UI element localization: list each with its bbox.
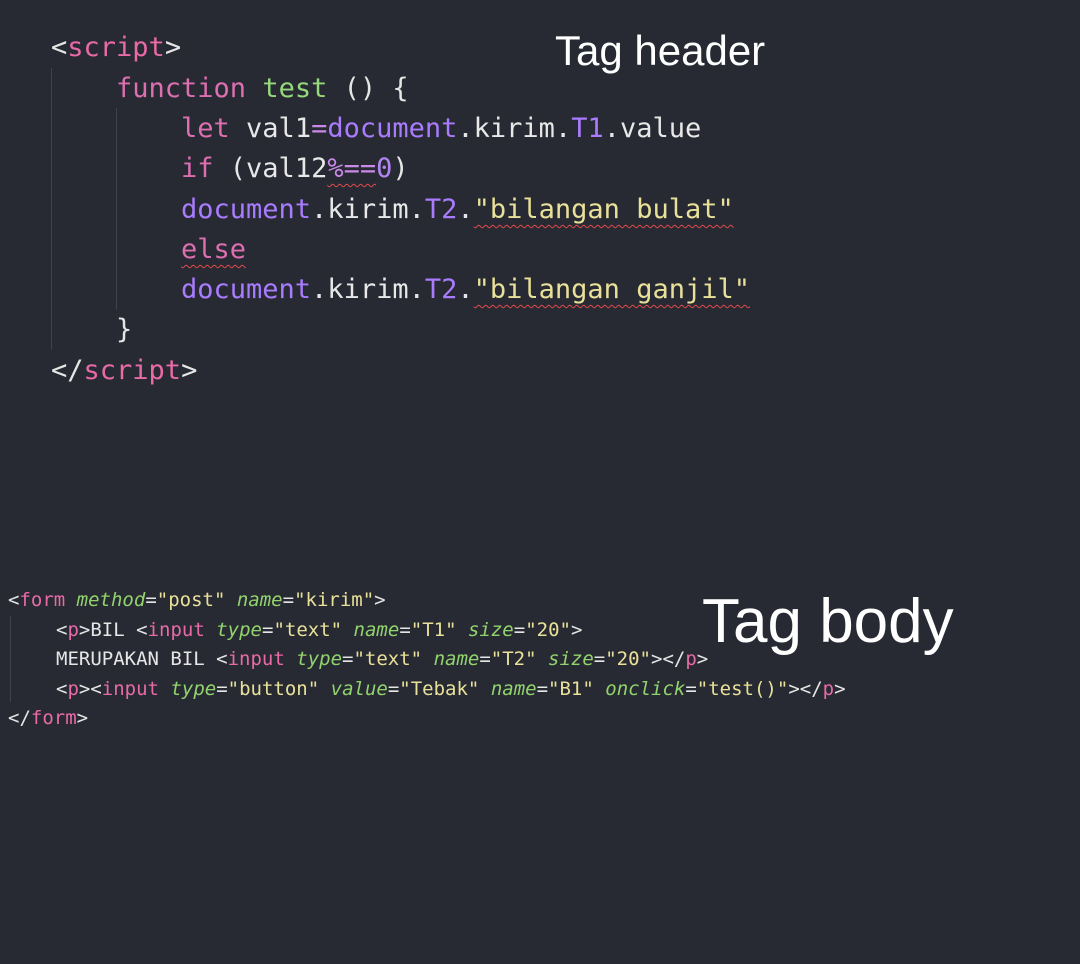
function-signature: () { xyxy=(327,73,409,104)
let-keyword: let xyxy=(181,113,230,144)
function-name: test xyxy=(262,73,328,104)
condition-operator: %== xyxy=(327,153,377,184)
assign-operator: = xyxy=(311,113,328,144)
else-keyword: else xyxy=(181,234,247,265)
value-kirim: "kirim" xyxy=(294,589,375,611)
value-test-call: "test()" xyxy=(696,678,789,700)
attr-size: size xyxy=(548,648,594,670)
attr-name: name xyxy=(490,678,537,700)
text-bil: BIL xyxy=(90,619,137,641)
function-keyword: function xyxy=(116,73,247,104)
code-line-8: } xyxy=(116,313,132,347)
code-line-5: document.kirim.T2."bilangan bulat" xyxy=(181,194,734,225)
attr-method: method xyxy=(76,589,146,611)
value-post: "post" xyxy=(156,589,226,611)
indent-guide xyxy=(51,68,52,350)
object-document: document xyxy=(181,194,312,225)
paren-open: ( xyxy=(229,153,247,184)
object-kirim: kirim xyxy=(473,113,555,144)
object-kirim: kirim xyxy=(327,274,409,305)
indent-guide xyxy=(116,108,117,310)
form-line-3: MERUPAKAN BIL <input type="text" name="T… xyxy=(56,648,709,670)
code-line-2: function test () { xyxy=(116,72,409,106)
tag-header-heading: Tag header xyxy=(555,27,766,74)
string-bilangan-bulat: "bilangan bulat" xyxy=(473,194,734,225)
value-20: "20" xyxy=(605,648,651,670)
attr-value: value xyxy=(330,678,388,700)
code-line-3: let val1=document.kirim.T1.value xyxy=(181,113,702,144)
object-document: document xyxy=(181,274,312,305)
script-open-tag: script xyxy=(67,32,165,63)
value-text: "text" xyxy=(273,619,343,641)
value-20: "20" xyxy=(525,619,571,641)
value-button: "button" xyxy=(227,678,320,700)
form-line-4: <p><input type="button" value="Tebak" na… xyxy=(56,678,846,700)
code-line-9: </script> xyxy=(51,355,198,386)
closing-brace: } xyxy=(116,314,133,345)
attr-size: size xyxy=(467,619,514,641)
property-t2: T2 xyxy=(424,274,458,305)
attr-type: type xyxy=(296,648,343,670)
script-close-tag: script xyxy=(83,355,182,386)
code-line-7: document.kirim.T2."bilangan ganjil" xyxy=(181,274,750,305)
value-t1: "T1" xyxy=(410,619,457,641)
input-tag: input xyxy=(147,619,205,641)
object-kirim: kirim xyxy=(327,194,409,225)
input-tag: input xyxy=(227,648,285,670)
form-line-1: <form method="post" name="kirim"> xyxy=(8,589,386,611)
form-open-tag: form xyxy=(19,589,66,611)
p-close-tag: p xyxy=(822,678,835,700)
p-tag: p xyxy=(67,619,79,641)
input-tag: input xyxy=(101,678,159,700)
value-tebak: "Tebak" xyxy=(399,678,480,700)
attr-name: name xyxy=(236,589,283,611)
object-document: document xyxy=(327,113,458,144)
property-t2: T2 xyxy=(424,194,458,225)
attr-name: name xyxy=(353,619,400,641)
condition-variable: val12 xyxy=(246,153,328,184)
value-b1: "B1" xyxy=(548,678,594,700)
value-t2: "T2" xyxy=(490,648,537,670)
indent-guide xyxy=(10,616,11,702)
form-close-tag: form xyxy=(30,707,77,729)
form-line-5: </form> xyxy=(8,707,89,729)
attr-onclick: onclick xyxy=(605,678,686,700)
script-code-block: <script> function test () { let val1=doc… xyxy=(0,0,1080,420)
property-value: value xyxy=(619,113,702,144)
p-close-tag: p xyxy=(685,648,697,670)
condition-number: 0 xyxy=(376,153,393,184)
value-text: "text" xyxy=(353,648,423,670)
if-keyword: if xyxy=(181,153,214,184)
text-merupakan-bil: MERUPAKAN BIL xyxy=(56,648,217,670)
paren-close: ) xyxy=(392,153,409,184)
tag-body-heading: Tag body xyxy=(702,587,954,656)
attr-type: type xyxy=(170,678,217,700)
attr-type: type xyxy=(216,619,262,641)
code-line-1: <script> xyxy=(51,32,182,63)
variable-val1: val1 xyxy=(246,113,312,144)
p-tag: p xyxy=(67,678,79,700)
form-line-2: <p>BIL <input type="text" name="T1" size… xyxy=(56,619,583,641)
code-line-4: if (val12%==0) xyxy=(181,152,409,186)
code-line-6: else xyxy=(181,233,246,267)
property-t1: T1 xyxy=(571,113,604,144)
attr-name: name xyxy=(433,648,480,670)
string-bilangan-ganjil: "bilangan ganjil" xyxy=(473,274,750,305)
